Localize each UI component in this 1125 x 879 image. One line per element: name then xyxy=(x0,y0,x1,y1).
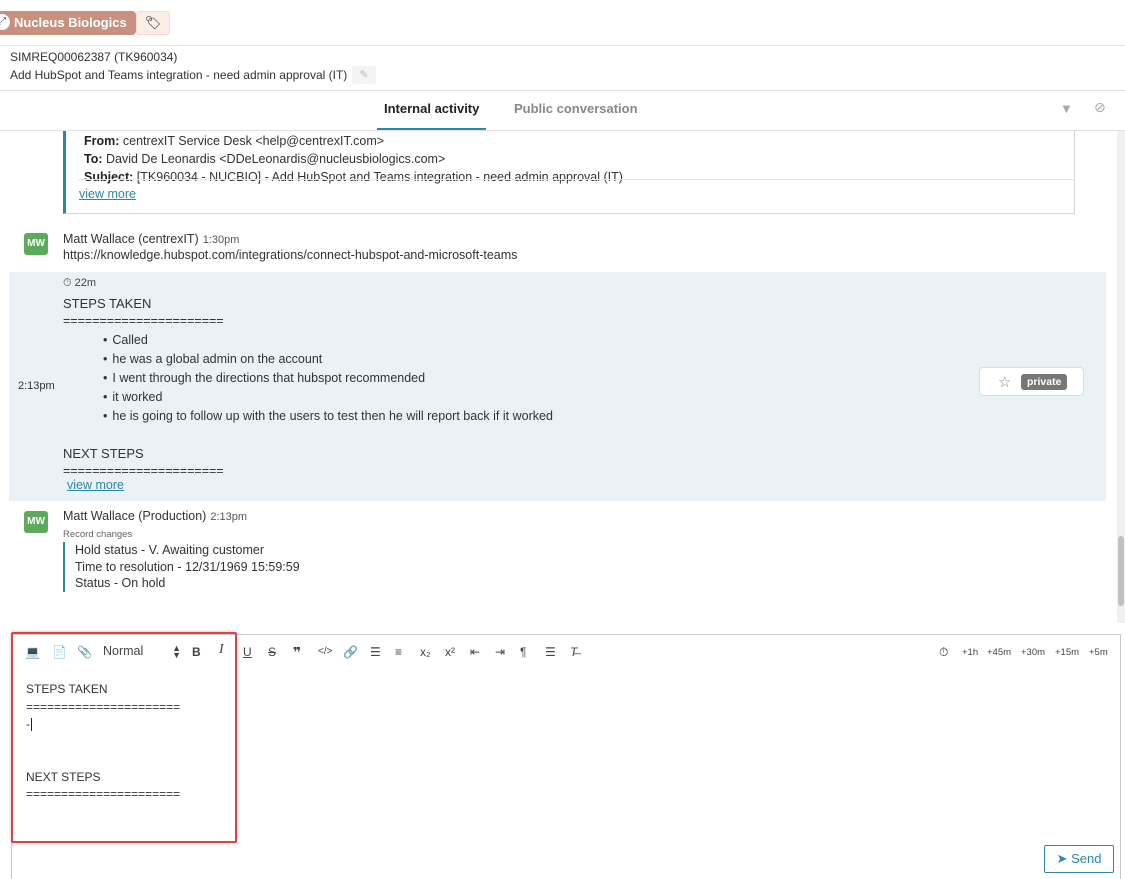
tab-public-conversation[interactable]: Public conversation xyxy=(507,91,645,130)
note-duration: ⏱ 22m xyxy=(63,277,97,289)
document-icon[interactable]: 📄 xyxy=(52,644,67,660)
select-arrows-icon: ▲ ▼ xyxy=(172,643,181,660)
indent-icon[interactable]: ⇥ xyxy=(495,644,505,660)
add-time-1h-button[interactable]: +1h xyxy=(962,647,978,658)
note-view-more-link[interactable]: view more xyxy=(67,478,124,492)
align-icon[interactable]: ☰ xyxy=(545,644,556,660)
ticket-id: SIMREQ00062387 (TK960034) xyxy=(10,50,178,64)
activity-scrollbar[interactable] xyxy=(1117,131,1125,623)
tags-button[interactable]: 🏷 xyxy=(136,11,170,35)
tags-icon: 🏷 xyxy=(144,15,162,30)
note-separator: ====================== xyxy=(63,314,224,328)
blockquote-icon[interactable]: ❞ xyxy=(293,644,301,660)
bold-icon[interactable]: B xyxy=(192,644,201,660)
editor-line: - xyxy=(26,717,32,732)
note-separator: ====================== xyxy=(63,464,224,478)
activity-feed: From: centrexIT Service Desk <help@centr… xyxy=(0,131,1117,623)
text-caret xyxy=(31,718,32,732)
italic-icon[interactable]: I xyxy=(219,642,224,658)
email-view-more-link[interactable]: view more xyxy=(79,187,136,201)
editor-content[interactable]: STEPS TAKEN ====================== - NEX… xyxy=(26,681,180,804)
email-subject: Subject: [TK960034 - NUCBIO] - Add HubSp… xyxy=(84,170,623,184)
note-editor: 💻 📄 📎 Normal ▲ ▼ B I U S ❞ </> 🔗 ☰ ≡ x₂ x… xyxy=(11,634,1121,879)
private-badge: private xyxy=(1021,374,1068,390)
avatar: MW xyxy=(24,233,48,255)
add-time-15m-button[interactable]: +15m xyxy=(1055,647,1079,658)
editor-line: STEPS TAKEN xyxy=(26,682,108,696)
email-preview: From: centrexIT Service Desk <help@centr… xyxy=(63,131,1075,214)
scroll-thumb[interactable] xyxy=(1118,536,1124,606)
email-to: To: David De Leonardis <DDeLeonardis@nuc… xyxy=(84,152,446,166)
note-heading-next: NEXT STEPS xyxy=(63,446,144,461)
send-icon: ➤ xyxy=(1056,851,1068,866)
add-time-30m-button[interactable]: +30m xyxy=(1021,647,1045,658)
activity-tabs: Internal activity Public conversation ▼ … xyxy=(0,91,1125,131)
avatar: MW xyxy=(24,511,48,533)
record-change: Hold status - V. Awaiting customer xyxy=(75,543,264,557)
outdent-icon[interactable]: ⇤ xyxy=(470,644,480,660)
entry-author: Matt Wallace (centrexIT) 1:30pm xyxy=(63,232,240,246)
list-item: I went through the directions that hubsp… xyxy=(103,369,553,388)
list-item: he was a global admin on the account xyxy=(103,350,553,369)
record-change: Time to resolution - 12/31/1969 15:59:59 xyxy=(75,559,300,574)
editor-line: NEXT STEPS xyxy=(26,769,101,784)
ordered-list-icon[interactable]: ☰ xyxy=(370,644,381,660)
subscript-icon[interactable]: x₂ xyxy=(420,644,431,660)
list-item: it worked xyxy=(103,388,553,407)
company-badge[interactable]: Nucleus Biologics xyxy=(0,11,136,35)
laptop-icon[interactable]: 💻 xyxy=(25,644,40,660)
format-select[interactable]: Normal ▲ ▼ xyxy=(103,643,181,660)
add-time-5m-button[interactable]: +5m xyxy=(1089,647,1108,658)
note-bullet-list: Called he was a global admin on the acco… xyxy=(103,331,553,426)
ticket-header: SIMREQ00062387 (TK960034) Add HubSpot an… xyxy=(0,46,1125,91)
editor-line: ====================== xyxy=(26,699,181,714)
record-change: Status - On hold xyxy=(75,576,166,590)
edit-title-icon[interactable]: ✎ xyxy=(352,66,376,84)
entry-time: 1:30pm xyxy=(202,234,240,246)
text-direction-icon[interactable]: ¶ xyxy=(520,644,526,660)
underline-icon[interactable]: U xyxy=(243,644,252,660)
email-from: From: centrexIT Service Desk <help@centr… xyxy=(84,134,385,148)
bullet-list-icon[interactable]: ≡ xyxy=(395,644,402,660)
entry-time: 2:13pm xyxy=(210,511,248,523)
note-actions: ☆ private xyxy=(979,367,1084,396)
clear-format-icon[interactable]: T̶ xyxy=(570,644,577,660)
record-changes: Hold status - V. Awaiting customer Time … xyxy=(63,542,300,592)
list-item: he is going to follow up with the users … xyxy=(103,407,553,426)
strikethrough-icon[interactable]: S xyxy=(268,644,276,660)
filter-icon[interactable]: ▼ xyxy=(1060,101,1073,116)
attachment-icon[interactable]: 📎 xyxy=(77,644,92,660)
stopwatch-icon: ⏱ xyxy=(939,645,949,659)
link-icon[interactable]: 🔗 xyxy=(343,644,358,660)
tab-internal-activity[interactable]: Internal activity xyxy=(377,91,487,130)
send-button[interactable]: ➤ Send xyxy=(1044,845,1114,873)
hide-users-icon[interactable]: ⊘ xyxy=(1094,99,1106,116)
record-changes-label: Record changes xyxy=(63,529,133,540)
divider xyxy=(78,179,1074,180)
superscript-icon[interactable]: x² xyxy=(445,644,455,660)
ticket-title: Add HubSpot and Teams integration - need… xyxy=(10,68,348,82)
note-time: 2:13pm xyxy=(18,380,55,392)
list-item: Called xyxy=(103,331,553,350)
star-icon[interactable]: ☆ xyxy=(998,373,1011,391)
editor-toolbar: 💻 📄 📎 Normal ▲ ▼ B I U S ❞ </> 🔗 ☰ ≡ x₂ x… xyxy=(12,635,1120,669)
add-time-45m-button[interactable]: +45m xyxy=(987,647,1011,658)
private-note: 2:13pm ⏱ 22m STEPS TAKEN ===============… xyxy=(9,272,1106,501)
top-bar: Nucleus Biologics ⤢ 🏷 xyxy=(0,0,1125,46)
editor-line: ====================== xyxy=(26,787,181,801)
entry-text[interactable]: https://knowledge.hubspot.com/integratio… xyxy=(63,248,517,262)
entry-author: Matt Wallace (Production) 2:13pm xyxy=(63,509,248,523)
code-icon[interactable]: </> xyxy=(318,644,332,660)
note-heading-steps: STEPS TAKEN xyxy=(63,296,152,311)
stopwatch-icon: ⏱ xyxy=(63,277,72,289)
